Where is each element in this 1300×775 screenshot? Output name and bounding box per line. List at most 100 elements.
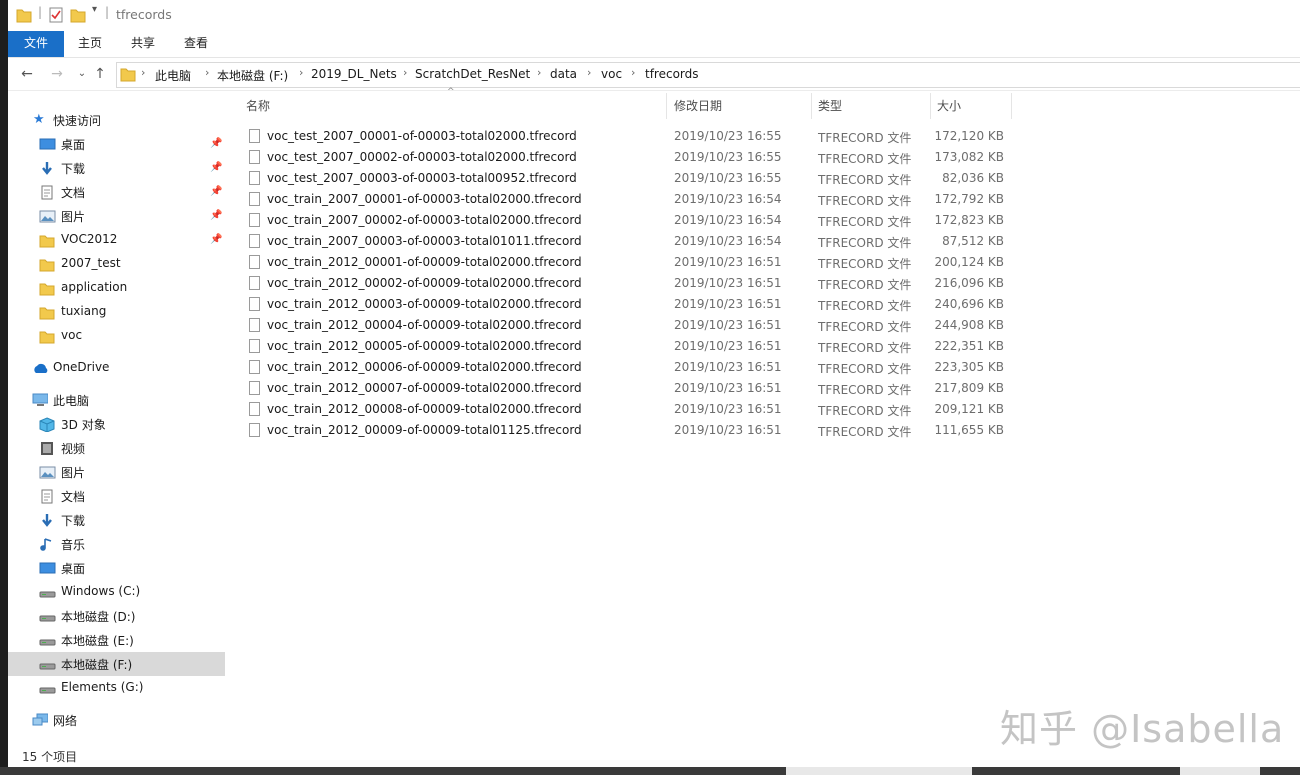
nav-pc-3[interactable]: 文档 [8,484,225,508]
tab-view[interactable]: 查看 [178,31,214,57]
breadcrumb-this-pc[interactable]: 此电脑 [155,67,191,84]
nav-label: 文档 [61,186,86,200]
up-arrow-icon[interactable]: ↑ [91,66,109,82]
breadcrumb-drive-f[interactable]: 本地磁盘 (F:) [217,67,288,84]
nav-this-pc[interactable]: 此电脑 [8,388,225,412]
column-divider[interactable] [930,93,931,119]
column-header-type[interactable]: 类型 [818,91,928,121]
taskbar [0,767,1300,775]
nav-pc-2[interactable]: 图片 [8,460,225,484]
table-row[interactable]: voc_train_2012_00003-of-00009-total02000… [245,294,1025,315]
pin-icon[interactable]: 📌 [210,162,222,173]
column-divider[interactable] [666,93,667,119]
breadcrumb-2019-dl-nets[interactable]: 2019_DL_Nets [311,67,397,81]
nav-pc-6[interactable]: 桌面 [8,556,225,580]
table-row[interactable]: voc_train_2012_00002-of-00009-total02000… [245,273,1025,294]
table-row[interactable]: voc_train_2012_00009-of-00009-total01125… [245,420,1025,441]
nav-quick-6[interactable]: application [8,276,225,300]
nav-quick-1[interactable]: 下载 📌 [8,156,225,180]
file-icon [249,381,260,395]
nav-quick-access[interactable]: ★ 快速访问 [8,108,225,132]
table-row[interactable]: voc_test_2007_00002-of-00003-total02000.… [245,147,1025,168]
table-row[interactable]: voc_test_2007_00003-of-00003-total00952.… [245,168,1025,189]
nav-quick-0[interactable]: 桌面 📌 [8,132,225,156]
breadcrumb-separator-icon[interactable]: › [537,66,541,79]
pin-icon[interactable]: 📌 [210,234,222,245]
tab-home[interactable]: 主页 [72,31,108,57]
taskbar-item[interactable] [1180,767,1260,775]
nav-pc-8[interactable]: 本地磁盘 (D:) [8,604,225,628]
nav-network[interactable]: 网络 [8,708,225,732]
column-divider[interactable] [811,93,812,119]
recent-locations-chevron-icon[interactable]: ⌄ [73,66,91,82]
column-header-date[interactable]: 修改日期 [674,91,809,121]
separator: | [38,5,43,19]
file-type: TFRECORD 文件 [818,404,912,418]
new-folder-icon[interactable] [70,6,86,24]
file-icon [249,255,260,269]
address-bar[interactable]: › 此电脑 › 本地磁盘 (F:) › 2019_DL_Nets › Scrat… [116,62,1300,88]
breadcrumb-separator-icon[interactable]: › [631,66,635,79]
pin-icon[interactable]: 📌 [210,210,222,221]
pin-icon[interactable]: 📌 [210,138,222,149]
file-date: 2019/10/23 16:55 [674,129,782,143]
breadcrumb-separator-icon[interactable]: › [141,66,145,79]
nav-pc-7[interactable]: Windows (C:) [8,580,225,604]
nav-quick-7[interactable]: tuxiang [8,300,225,324]
file-size: 87,512 KB [942,234,1004,248]
table-row[interactable]: voc_train_2012_00005-of-00009-total02000… [245,336,1025,357]
table-row[interactable]: voc_train_2012_00004-of-00009-total02000… [245,315,1025,336]
column-divider[interactable] [1011,93,1012,119]
taskbar-item[interactable] [786,767,972,775]
properties-icon[interactable] [48,6,64,24]
nav-pc-9[interactable]: 本地磁盘 (E:) [8,628,225,652]
nav-quick-4[interactable]: VOC2012 📌 [8,228,225,252]
file-date: 2019/10/23 16:51 [674,297,782,311]
nav-pc-1[interactable]: 视频 [8,436,225,460]
nav-pc-11[interactable]: Elements (G:) [8,676,225,700]
nav-quick-8[interactable]: voc [8,324,225,348]
nav-label: 此电脑 [53,394,90,408]
nav-pc-5[interactable]: 音乐 [8,532,225,556]
nav-quick-5[interactable]: 2007_test [8,252,225,276]
table-row[interactable]: voc_train_2007_00003-of-00003-total01011… [245,231,1025,252]
file-type: TFRECORD 文件 [818,362,912,376]
table-row[interactable]: voc_train_2012_00007-of-00009-total02000… [245,378,1025,399]
breadcrumb-data[interactable]: data [550,67,577,81]
table-row[interactable]: voc_train_2012_00008-of-00009-total02000… [245,399,1025,420]
table-row[interactable]: voc_train_2012_00001-of-00009-total02000… [245,252,1025,273]
back-arrow-icon[interactable]: ← [18,66,36,82]
table-row[interactable]: voc_test_2007_00001-of-00003-total02000.… [245,126,1025,147]
file-size: 200,124 KB [934,255,1004,269]
nav-quick-3[interactable]: 图片 📌 [8,204,225,228]
breadcrumb-voc[interactable]: voc [601,67,622,81]
file-size: 222,351 KB [934,339,1004,353]
tab-file[interactable]: 文件 [8,31,64,57]
table-row[interactable]: voc_train_2012_00006-of-00009-total02000… [245,357,1025,378]
file-type: TFRECORD 文件 [818,341,912,355]
customize-toolbar-chevron-icon[interactable]: ▾ [92,4,97,22]
breadcrumb-scratchdet-resnet[interactable]: ScratchDet_ResNet [415,67,530,81]
nav-onedrive[interactable]: OneDrive [8,356,225,380]
nav-label: 网络 [53,714,78,728]
pin-icon[interactable]: 📌 [210,186,222,197]
tab-share[interactable]: 共享 [125,31,161,57]
column-header-size[interactable]: 大小 [937,91,1007,121]
breadcrumb-separator-icon[interactable]: › [205,66,209,79]
column-header-name[interactable]: 名称 [246,91,666,121]
drive-icon [39,633,56,647]
breadcrumb-tfrecords[interactable]: tfrecords [645,67,699,81]
file-size: 82,036 KB [942,171,1004,185]
table-row[interactable]: voc_train_2007_00002-of-00003-total02000… [245,210,1025,231]
file-name: voc_train_2012_00002-of-00009-total02000… [267,276,582,290]
breadcrumb-separator-icon[interactable]: › [299,66,303,79]
breadcrumb-separator-icon[interactable]: › [587,66,591,79]
breadcrumb-separator-icon[interactable]: › [403,66,407,79]
nav-quick-2[interactable]: 文档 📌 [8,180,225,204]
nav-pc-0[interactable]: 3D 对象 [8,412,225,436]
nav-pc-4[interactable]: 下载 [8,508,225,532]
file-date: 2019/10/23 16:51 [674,255,782,269]
forward-arrow-icon[interactable]: → [48,66,66,82]
table-row[interactable]: voc_train_2007_00001-of-00003-total02000… [245,189,1025,210]
nav-pc-10[interactable]: 本地磁盘 (F:) [8,652,225,676]
